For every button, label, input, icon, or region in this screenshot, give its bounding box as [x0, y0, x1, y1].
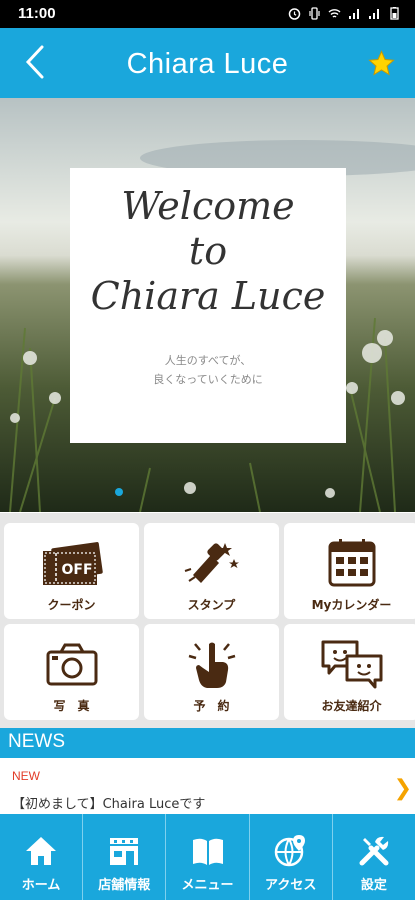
stamp-icon	[184, 543, 239, 583]
photo-tile[interactable]: 写 真	[4, 624, 139, 720]
news-title: NEWS	[8, 731, 65, 752]
globe-pin-icon	[274, 835, 305, 867]
nav-home[interactable]: ホーム	[0, 814, 84, 900]
carousel-indicator[interactable]	[115, 488, 123, 496]
alarm-icon	[288, 5, 301, 20]
camera-icon	[46, 643, 98, 686]
welcome-title: Welcome to Chiara Luce	[90, 184, 326, 318]
chevron-right-icon: ❯	[393, 776, 412, 801]
bottom-nav: ホーム 店舗情報 メニュー アクセス 設定	[0, 814, 415, 900]
new-badge: NEW	[12, 769, 40, 783]
favorite-button[interactable]	[368, 50, 395, 77]
tools-icon	[359, 836, 389, 866]
coupon-tile[interactable]: OFF クーポン	[4, 523, 139, 619]
stamp-label: スタンプ	[187, 598, 236, 612]
friends-chat-icon	[321, 640, 383, 689]
news-item[interactable]: NEW 【初めまして】Chaira Luceです ❯	[0, 758, 415, 814]
coupon-label: クーポン	[47, 598, 96, 612]
coupon-icon: OFF	[43, 542, 103, 585]
reservation-label: 予 約	[193, 699, 230, 713]
welcome-subtitle: 人生のすべてが、 良くなっていくために	[153, 354, 263, 386]
status-bar: 11:00	[0, 0, 415, 28]
status-icons	[288, 5, 401, 20]
app-header: Chiara Luce	[0, 28, 415, 98]
reservation-tile[interactable]: 予 約	[144, 624, 279, 720]
nav-access[interactable]: アクセス	[250, 814, 333, 900]
menu-grid: OFF クーポン スタンプ Myカレンダー 写 真 予 約 お友達紹介	[0, 513, 415, 728]
hero-banner[interactable]: Welcome to Chiara Luce 人生のすべてが、 良くなっていくた…	[0, 98, 415, 512]
signal-icon-2	[368, 5, 381, 19]
star-icon	[368, 50, 395, 76]
reservation-hand-icon	[188, 642, 236, 688]
nav-menu[interactable]: メニュー	[166, 814, 250, 900]
signal-icon-1	[348, 5, 361, 19]
news-header: NEWS	[0, 728, 415, 758]
book-icon	[192, 838, 223, 865]
home-icon	[26, 837, 57, 865]
nav-settings[interactable]: 設定	[333, 814, 415, 900]
news-item-title: 【初めまして】Chaira Luceです	[12, 797, 206, 812]
photo-label: 写 真	[53, 699, 90, 713]
friend-referral-label: お友達紹介	[321, 699, 382, 713]
nav-home-label: ホーム	[21, 878, 61, 893]
nav-access-label: アクセス	[265, 878, 317, 893]
nav-settings-label: 設定	[360, 878, 387, 893]
nav-store-info-label: 店舗情報	[98, 878, 151, 893]
coupon-off-text: OFF	[61, 562, 92, 578]
status-time: 11:00	[18, 5, 56, 22]
calendar-label: Myカレンダー	[311, 598, 392, 612]
page-title: Chiara Luce	[126, 48, 289, 80]
welcome-card: Welcome to Chiara Luce 人生のすべてが、 良くなっていくた…	[70, 168, 346, 443]
vibrate-icon	[308, 5, 321, 20]
wifi-icon	[328, 5, 341, 18]
nav-store-info[interactable]: 店舗情報	[83, 814, 167, 900]
calendar-tile[interactable]: Myカレンダー	[284, 523, 415, 619]
battery-icon	[388, 5, 401, 20]
stamp-tile[interactable]: スタンプ	[144, 523, 279, 619]
friend-referral-tile[interactable]: お友達紹介	[284, 624, 415, 720]
store-icon	[110, 838, 139, 865]
nav-menu-label: メニュー	[181, 878, 234, 893]
calendar-icon	[328, 539, 376, 587]
